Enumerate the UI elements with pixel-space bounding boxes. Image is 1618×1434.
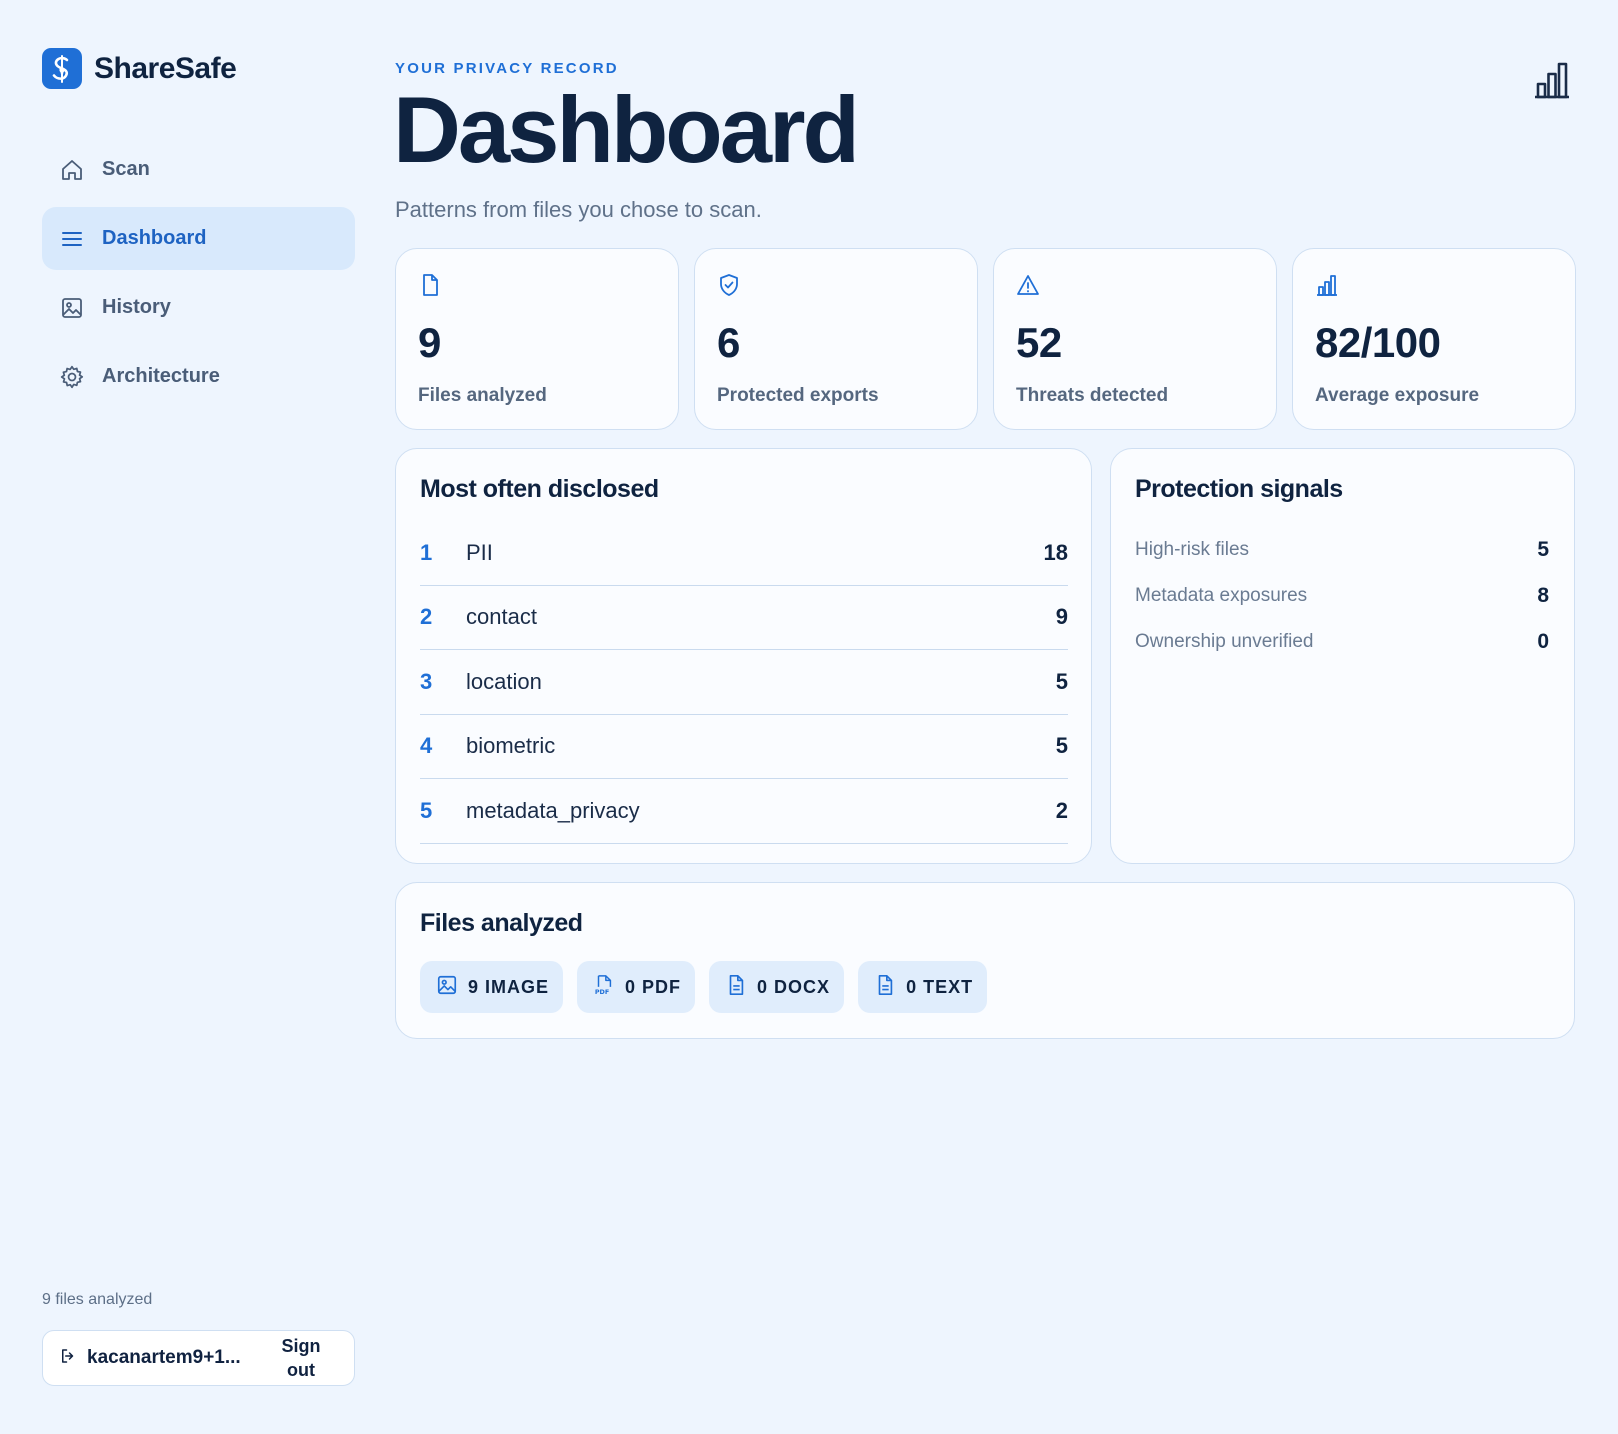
brand[interactable]: ShareSafe bbox=[42, 48, 237, 89]
stat-value: 52 bbox=[1016, 319, 1062, 366]
stat-label: Threats detected bbox=[1016, 385, 1169, 406]
signal-value: 5 bbox=[1537, 538, 1549, 561]
image-icon bbox=[436, 974, 458, 1001]
nav-label: Architecture bbox=[102, 365, 220, 387]
rank: 4 bbox=[420, 733, 433, 759]
category-name: metadata_privacy bbox=[466, 797, 640, 823]
count: 2 bbox=[1055, 797, 1068, 823]
files-analyzed-panel: Files analyzed 9 IMAGE PDF 0 PDF 0 DOCX bbox=[395, 882, 1575, 1039]
home-icon bbox=[58, 156, 86, 184]
warning-icon bbox=[1016, 273, 1040, 297]
bar-chart-icon[interactable] bbox=[1532, 60, 1572, 100]
count: 5 bbox=[1055, 733, 1068, 759]
signal-label: Metadata exposures bbox=[1135, 585, 1308, 606]
list-item: 3 location 5 bbox=[420, 650, 1068, 715]
chip-text: 9 IMAGE bbox=[468, 976, 550, 997]
files-count-note: 9 files analyzed bbox=[42, 1291, 153, 1308]
file-type-chips: 9 IMAGE PDF 0 PDF 0 DOCX 0 TEXT bbox=[420, 961, 988, 1013]
category-name: contact bbox=[466, 604, 537, 630]
file-type-chip-pdf[interactable]: PDF 0 PDF bbox=[577, 961, 696, 1013]
stat-label: Average exposure bbox=[1315, 385, 1480, 406]
signal-row: High-risk files 5 bbox=[1135, 527, 1549, 573]
protection-signals-panel: Protection signals High-risk files 5 Met… bbox=[1110, 448, 1575, 864]
nav-label: Dashboard bbox=[102, 227, 207, 249]
stat-value: 82/100 bbox=[1315, 319, 1441, 366]
disclosed-list: 1 PII 18 2 contact 9 3 location 5 4 biom… bbox=[420, 521, 1068, 844]
text-file-icon bbox=[874, 974, 896, 1001]
gear-icon bbox=[58, 363, 86, 391]
page-eyebrow: YOUR PRIVACY RECORD bbox=[395, 60, 619, 77]
app-window: ShareSafe Scan Dashboard History Archite… bbox=[0, 0, 1618, 1434]
nav-item-architecture[interactable]: Architecture bbox=[42, 345, 355, 408]
account-email: kacanartem9+1... bbox=[87, 1347, 241, 1368]
chip-text: 0 TEXT bbox=[906, 976, 974, 997]
list-item: 4 biometric 5 bbox=[420, 715, 1068, 779]
rank: 2 bbox=[420, 604, 433, 630]
stat-label: Files analyzed bbox=[418, 385, 547, 406]
stat-value: 9 bbox=[418, 319, 441, 366]
panel-title: Most often disclosed bbox=[420, 475, 659, 503]
count: 9 bbox=[1055, 604, 1068, 630]
most-disclosed-panel: Most often disclosed 1 PII 18 2 contact … bbox=[395, 448, 1092, 864]
menu-icon bbox=[58, 225, 86, 253]
rank: 5 bbox=[420, 797, 433, 823]
count: 18 bbox=[1043, 539, 1068, 565]
list-item: 2 contact 9 bbox=[420, 586, 1068, 650]
category-name: biometric bbox=[466, 733, 556, 759]
file-icon bbox=[418, 273, 442, 297]
stat-card-files-analyzed: 9 Files analyzed bbox=[395, 248, 679, 430]
signal-value: 0 bbox=[1537, 630, 1549, 653]
signal-value: 8 bbox=[1537, 584, 1549, 607]
nav-label: Scan bbox=[102, 158, 150, 180]
rank: 1 bbox=[420, 539, 433, 565]
signal-row: Metadata exposures 8 bbox=[1135, 573, 1549, 619]
count: 5 bbox=[1055, 668, 1068, 694]
sign-out-button[interactable]: Sign out bbox=[271, 1334, 331, 1382]
signal-row: Ownership unverified 0 bbox=[1135, 619, 1549, 665]
file-type-chip-image[interactable]: 9 IMAGE bbox=[420, 961, 564, 1013]
shield-check-icon bbox=[717, 273, 741, 297]
stat-value: 6 bbox=[717, 319, 740, 366]
category-name: PII bbox=[466, 539, 493, 565]
brand-name: ShareSafe bbox=[94, 51, 237, 85]
list-item: 1 PII 18 bbox=[420, 521, 1068, 586]
page-subtitle: Patterns from files you chose to scan. bbox=[395, 197, 762, 222]
stat-label: Protected exports bbox=[717, 385, 879, 406]
panel-title: Files analyzed bbox=[420, 909, 583, 937]
file-type-chip-text[interactable]: 0 TEXT bbox=[858, 961, 988, 1013]
nav-item-history[interactable]: History bbox=[42, 276, 355, 339]
chip-text: 0 PDF bbox=[625, 976, 682, 997]
file-type-chip-docx[interactable]: 0 DOCX bbox=[709, 961, 845, 1013]
signal-label: High-risk files bbox=[1135, 539, 1250, 560]
stat-card-average-exposure: 82/100 Average exposure bbox=[1292, 248, 1576, 430]
panel-title: Protection signals bbox=[1135, 475, 1343, 503]
sign-out-icon bbox=[59, 1347, 77, 1370]
nav-item-dashboard[interactable]: Dashboard bbox=[42, 207, 355, 270]
sharesafe-logo-icon bbox=[42, 48, 82, 89]
pdf-icon: PDF bbox=[593, 974, 615, 1001]
bar-chart-icon bbox=[1315, 273, 1339, 297]
document-icon bbox=[725, 974, 747, 1001]
svg-text:PDF: PDF bbox=[595, 988, 609, 996]
image-icon bbox=[58, 294, 86, 322]
list-item: 5 metadata_privacy 2 bbox=[420, 779, 1068, 844]
signals-list: High-risk files 5 Metadata exposures 8 O… bbox=[1135, 527, 1549, 665]
page-title: Dashboard bbox=[393, 77, 860, 182]
signal-label: Ownership unverified bbox=[1135, 631, 1314, 652]
sidebar-nav: Scan Dashboard History Architecture bbox=[42, 138, 355, 414]
stat-card-protected-exports: 6 Protected exports bbox=[694, 248, 978, 430]
stat-card-threats-detected: 52 Threats detected bbox=[993, 248, 1277, 430]
rank: 3 bbox=[420, 668, 433, 694]
category-name: location bbox=[466, 668, 542, 694]
chip-text: 0 DOCX bbox=[757, 976, 831, 997]
nav-label: History bbox=[102, 296, 171, 318]
nav-item-scan[interactable]: Scan bbox=[42, 138, 355, 201]
account-box: kacanartem9+1... Sign out bbox=[42, 1330, 355, 1386]
